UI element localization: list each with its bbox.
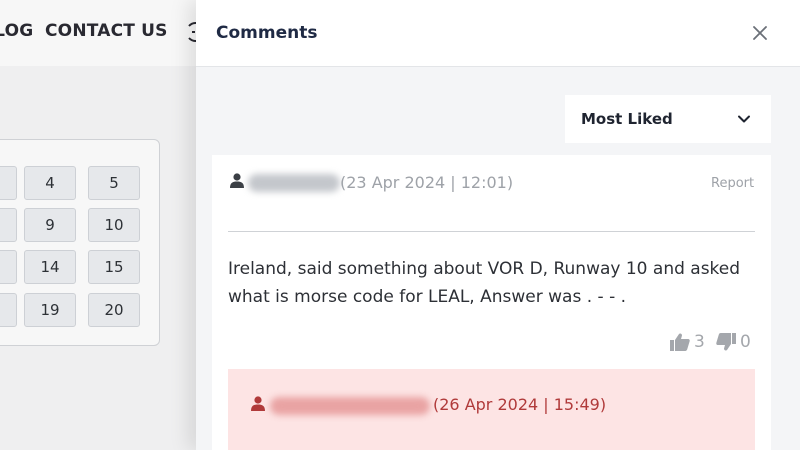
thumbs-down-icon [716, 333, 736, 351]
close-icon[interactable] [751, 24, 769, 42]
dislike-count: 0 [740, 332, 751, 352]
like-button[interactable]: 3 [670, 331, 705, 353]
sort-selected-label: Most Liked [581, 110, 673, 128]
sort-dropdown[interactable]: Most Liked [565, 95, 771, 143]
comment-card: (23 Apr 2024 | 12:01) Report Ireland, sa… [212, 155, 771, 450]
panel-header: Comments [196, 0, 800, 67]
comment-divider [228, 231, 755, 232]
thumbs-up-icon [670, 333, 690, 351]
like-count: 3 [694, 332, 705, 352]
redacted-author-name [270, 397, 430, 415]
reply-timestamp: (26 Apr 2024 | 15:49) [433, 395, 607, 414]
report-link[interactable]: Report [711, 176, 754, 191]
comment-body: Ireland, said something about VOR D, Run… [228, 259, 741, 307]
panel-title: Comments [216, 23, 318, 43]
user-icon [251, 396, 265, 411]
dislike-button[interactable]: 0 [716, 331, 751, 353]
user-icon [230, 173, 244, 188]
redacted-author-name [248, 174, 340, 192]
chevron-down-icon [738, 115, 750, 123]
reply-card: (26 Apr 2024 | 15:49) [228, 369, 755, 450]
comments-panel: Comments Most Liked (23 Apr 2024 | 12:01… [196, 0, 800, 450]
comment-timestamp: (23 Apr 2024 | 12:01) [340, 173, 514, 192]
